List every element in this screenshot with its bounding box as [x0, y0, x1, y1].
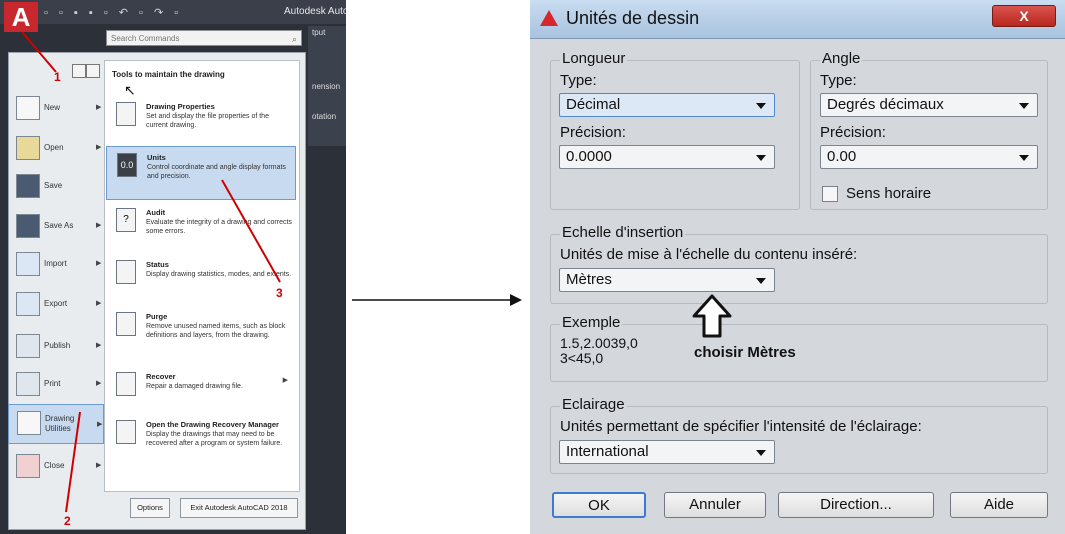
- length-precision-value: 0.0000: [566, 148, 612, 165]
- insertion-group-title: Echelle d'insertion: [560, 224, 686, 241]
- annotation-number-1: 1: [54, 70, 61, 84]
- clockwise-checkbox[interactable]: [822, 186, 838, 202]
- annotation-stroke-2: [65, 411, 81, 513]
- annotation-number-3: 3: [276, 286, 283, 300]
- flow-arrow: [352, 294, 522, 306]
- clockwise-label: Sens horaire: [846, 185, 932, 202]
- mouse-cursor-icon: ↖: [124, 82, 136, 98]
- annotation-stroke-1: [21, 31, 57, 73]
- angle-precision-value: 0.00: [827, 148, 857, 165]
- dialog-title-bar: Unités de dessin X: [530, 0, 1065, 39]
- length-type-label: Type:: [560, 72, 597, 89]
- length-group-title: Longueur: [560, 50, 628, 67]
- insertion-units-label: Unités de mise à l'échelle du contenu in…: [560, 246, 858, 263]
- units-dialog: Unités de dessin X Longueur Type: Décima…: [530, 0, 1065, 534]
- lighting-units-value: International: [566, 443, 649, 460]
- length-type-value: Décimal: [566, 96, 621, 113]
- chevron-down-icon: [756, 278, 766, 284]
- example-line-1: 1.5,2.0039,0: [560, 335, 638, 351]
- autocad-logo-icon: [540, 10, 558, 26]
- example-group: [550, 324, 1048, 382]
- up-arrow-icon: [692, 294, 732, 338]
- close-button[interactable]: X: [992, 5, 1056, 27]
- chevron-down-icon: [756, 450, 766, 456]
- length-precision-select[interactable]: 0.0000: [559, 145, 775, 169]
- angle-type-label: Type:: [820, 72, 857, 89]
- chevron-down-icon: [756, 103, 766, 109]
- annotation-overlay: [21, 31, 281, 513]
- lighting-group-title: Eclairage: [560, 396, 627, 413]
- angle-type-value: Degrés décimaux: [827, 96, 944, 113]
- lighting-units-select[interactable]: International: [559, 440, 775, 464]
- insertion-units-value: Mètres: [566, 271, 612, 288]
- example-line-2: 3<45,0: [560, 350, 604, 366]
- example-group-title: Exemple: [560, 314, 623, 331]
- dialog-title: Unités de dessin: [566, 8, 700, 28]
- chevron-down-icon: [756, 155, 766, 161]
- insertion-units-select[interactable]: Mètres: [559, 268, 775, 292]
- length-precision-label: Précision:: [560, 124, 626, 141]
- direction-button[interactable]: Direction...: [778, 492, 934, 518]
- angle-precision-label: Précision:: [820, 124, 886, 141]
- autocad-application-menu-screenshot: A ▫ ▫ ▪ ▪ ▫ ↶ ▫ ↷ ▫ Autodesk Auto Search…: [0, 0, 346, 534]
- cancel-button[interactable]: Annuler: [664, 492, 766, 518]
- lighting-units-label: Unités permettant de spécifier l'intensi…: [560, 418, 922, 435]
- angle-type-select[interactable]: Degrés décimaux: [820, 93, 1038, 117]
- length-type-select[interactable]: Décimal: [559, 93, 775, 117]
- angle-group-title: Angle: [820, 50, 863, 67]
- chevron-down-icon: [1019, 103, 1029, 109]
- angle-precision-select[interactable]: 0.00: [820, 145, 1038, 169]
- annotation-stroke-3: [221, 179, 281, 283]
- hint-text: choisir Mètres: [694, 344, 796, 361]
- help-button[interactable]: Aide: [950, 492, 1048, 518]
- chevron-down-icon: [1019, 155, 1029, 161]
- annotation-number-2: 2: [64, 514, 71, 528]
- ok-button[interactable]: OK: [552, 492, 646, 518]
- arrow-head-icon: [510, 294, 522, 306]
